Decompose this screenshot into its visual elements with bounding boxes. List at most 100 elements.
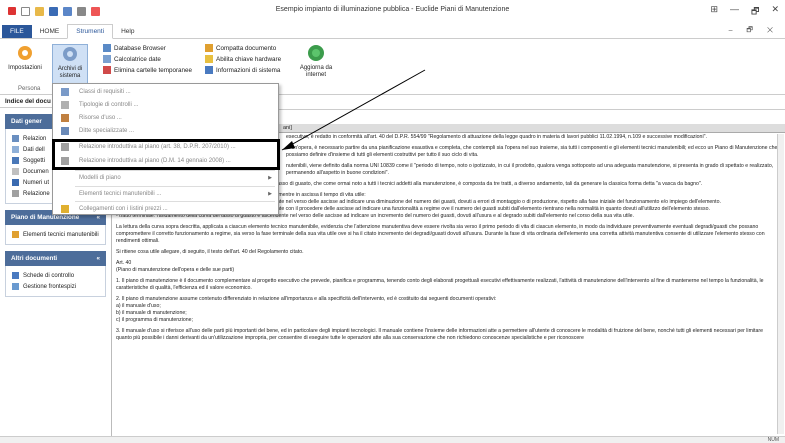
compatta-documento-label: Compatta documento <box>216 44 277 52</box>
aggiorna-label: Aggiorna da internet <box>299 65 333 79</box>
collapse-icon[interactable]: « <box>96 214 100 221</box>
menu-separator <box>75 186 275 187</box>
menu-item-classi-requisiti[interactable]: Classi di requisiti ... <box>53 86 278 98</box>
company-icon <box>61 127 69 135</box>
doc-paragraph: La lettura della curva sopra descritta, … <box>116 224 765 244</box>
group-title-piano: Piano di Manutenzione <box>11 214 80 221</box>
calcolatrice-date-button[interactable]: Calcolatrice date <box>103 55 192 63</box>
tools-icon <box>61 114 69 122</box>
list-item-label: Relazione <box>23 190 50 197</box>
ribbon-group-tools: Database Browser Calcolatrice date Elimi… <box>103 44 192 74</box>
save-as-icon[interactable] <box>63 6 72 16</box>
list-item[interactable]: Gestione frontespizi <box>12 281 99 292</box>
info-icon <box>205 66 213 74</box>
aggiorna-button[interactable]: Aggiorna da internet <box>296 44 336 79</box>
key-icon <box>205 55 213 63</box>
archivi-label: Archivi di sistema <box>57 66 83 80</box>
phone-icon <box>12 179 19 186</box>
close-doc-icon[interactable] <box>91 6 100 16</box>
app-logo-icon <box>8 7 16 15</box>
globe-update-icon <box>308 45 324 61</box>
close-icon[interactable]: ✕ <box>771 4 779 20</box>
compress-icon <box>205 44 213 52</box>
doc-paragraph: 1. Il piano di manutenzione è il documen… <box>116 278 764 291</box>
document-icon <box>12 135 19 142</box>
menu-item-label: Risorse d'uso ... <box>79 115 122 121</box>
group-altri-documenti: Altri documenti « Schede di controllo Ges… <box>5 251 106 297</box>
tab-strumenti[interactable]: Strumenti <box>67 24 114 39</box>
menu-item-label: Collegamenti con i listini prezzi ... <box>79 206 168 212</box>
database-browser-button[interactable]: Database Browser <box>103 44 192 52</box>
list-item-label: Documen <box>23 168 49 175</box>
ribbon-display-icon[interactable]: ⊞ <box>710 4 718 20</box>
archivi-button[interactable]: Archivi di sistema <box>52 44 88 86</box>
group-title-altri: Altri documenti <box>11 255 58 262</box>
list-item[interactable]: Elementi tecnici manutenibili <box>12 229 99 240</box>
elimina-cartelle-label: Elimina cartelle temporanee <box>114 66 193 74</box>
restore-icon[interactable]: 🗗 <box>751 4 759 20</box>
doc-paragraph: Si ritiene cosa utile allegare, di segui… <box>116 249 304 255</box>
group-body-piano: Elementi tecnici manutenibili <box>5 225 106 245</box>
doc-paragraph: 2. Il piano di manutenzione assume conte… <box>116 296 497 302</box>
doc-paragraph: b) il manuale di manutenzione; <box>116 310 187 316</box>
menu-item-ditte-specializzate[interactable]: Ditte specializzate ... <box>53 125 278 137</box>
menu-item-collegamenti-listini[interactable]: Collegamenti con i listini prezzi ... <box>53 203 278 215</box>
doc-paragraph: c) il programma di manutenzione; <box>116 317 193 323</box>
group-body-altri: Schede di controllo Gestione frontespizi <box>5 266 106 297</box>
group-title-dati: Dati gener <box>11 118 42 125</box>
list-item-label: Schede di controllo <box>23 272 75 279</box>
database-browser-label: Database Browser <box>114 44 166 52</box>
list-item-label: Numeri ut <box>23 179 50 186</box>
group-header-altri[interactable]: Altri documenti « <box>5 251 106 266</box>
elements-icon <box>12 231 19 238</box>
menu-item-label: Modelli di piano <box>79 175 121 181</box>
minimize-icon[interactable]: — <box>730 4 739 20</box>
compatta-documento-button[interactable]: Compatta documento <box>205 44 281 52</box>
menu-separator <box>75 201 275 202</box>
list-item-label: Dati dell <box>23 146 45 153</box>
menu-separator <box>75 170 275 171</box>
informazioni-sistema-label: Informazioni di sistema <box>216 66 281 74</box>
doc-paragraph: 3. Il manuale d'uso si riferisce all'uso… <box>116 328 763 341</box>
print-icon[interactable] <box>77 6 86 16</box>
document-icon <box>12 190 19 197</box>
save-icon[interactable] <box>49 6 58 16</box>
frontispiece-icon <box>12 283 19 290</box>
menu-item-elementi-tecnici[interactable]: Elementi tecnici manutenibili ... ▶ <box>53 188 278 200</box>
title-bar: Esempio impianto di illuminazione pubbli… <box>0 0 785 22</box>
document-icon <box>12 168 19 175</box>
ribbon-tabs: FILE HOME Strumenti Help – 🗗 ✕ <box>0 24 785 39</box>
people-icon <box>12 157 19 164</box>
elimina-cartelle-button[interactable]: Elimina cartelle temporanee <box>103 66 192 74</box>
abilita-chiave-button[interactable]: Abilita chiave hardware <box>205 55 281 63</box>
header-fragment: ani] <box>283 125 292 131</box>
tab-help[interactable]: Help <box>113 25 142 38</box>
new-document-icon[interactable] <box>21 6 30 16</box>
doc-paragraph: a) il manuale d'uso; <box>116 303 161 309</box>
document-scrollbar[interactable] <box>777 134 784 434</box>
group-piano-manutenzione: Piano di Manutenzione « Elementi tecnici … <box>5 210 106 245</box>
tab-home[interactable]: HOME <box>32 25 68 38</box>
status-bar: NUM <box>0 436 785 443</box>
open-folder-icon[interactable] <box>35 6 44 16</box>
list-item-label: Soggetti <box>23 157 46 164</box>
informazioni-sistema-button[interactable]: Informazioni di sistema <box>205 66 281 74</box>
submenu-arrow-icon: ▶ <box>268 175 272 181</box>
ribbon-window-controls[interactable]: – 🗗 ✕ <box>729 26 779 37</box>
menu-item-modelli-piano[interactable]: Modelli di piano ▶ <box>53 172 278 184</box>
submenu-arrow-icon: ▶ <box>268 191 272 197</box>
menu-item-tipologie-controlli[interactable]: Tipologie di controlli ... <box>53 99 278 111</box>
ribbon-group-doc: Compatta documento Abilita chiave hardwa… <box>205 44 281 74</box>
collapse-icon[interactable]: « <box>96 255 100 262</box>
app-window: Esempio impianto di illuminazione pubbli… <box>0 0 785 443</box>
menu-item-label: Ditte specializzate ... <box>79 128 135 134</box>
impostazioni-button[interactable]: Impostazioni <box>6 44 44 72</box>
quick-access-toolbar <box>0 6 100 16</box>
tab-file[interactable]: FILE <box>2 25 32 38</box>
list-item-label: Relazion <box>23 135 47 142</box>
table-icon <box>103 44 111 52</box>
menu-item-risorse-uso[interactable]: Risorse d'uso ... <box>53 112 278 124</box>
sheet-icon <box>12 272 19 279</box>
list-item[interactable]: Schede di controllo <box>12 270 99 281</box>
menu-item-label: Tipologie di controlli ... <box>79 102 139 108</box>
